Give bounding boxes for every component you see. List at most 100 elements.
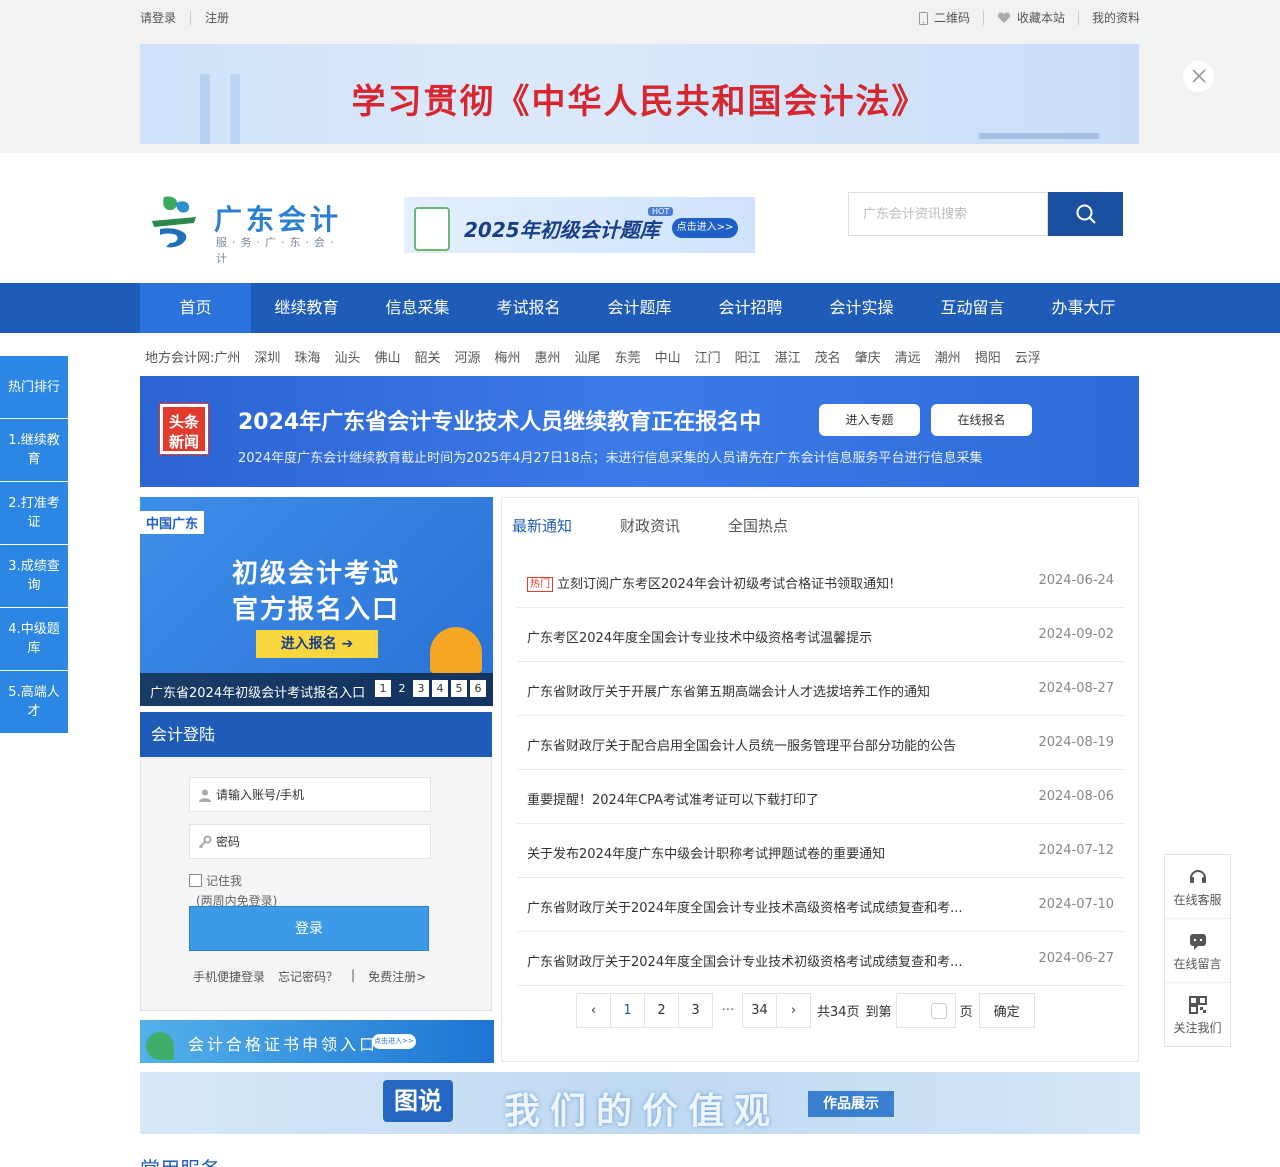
city-link[interactable]: 汕头 [334, 347, 360, 366]
profile-link[interactable]: 我的资料 [1079, 11, 1140, 25]
nav-item-question-bank[interactable]: 会计题库 [584, 283, 695, 333]
top-banner[interactable]: 学习贯彻《中华人民共和国会计法》 [140, 44, 1139, 144]
promo-carousel[interactable]: 中国广东 初级会计考试 官方报名入口 进入报名 ➔ 广东省2024年初级会计考试… [140, 497, 493, 706]
carousel-register-button[interactable]: 进入报名 ➔ [256, 630, 378, 658]
headline-title[interactable]: 2024年广东省会计专业技术人员继续教育正在报名中 [238, 404, 761, 436]
city-link[interactable]: 佛山 [374, 347, 400, 366]
tab-latest-notices[interactable]: 最新通知 [512, 515, 572, 536]
side-item-score-query[interactable]: 3.成绩查询 [0, 545, 68, 607]
search-button[interactable] [1048, 192, 1123, 236]
online-service-button[interactable]: 在线客服 [1165, 855, 1230, 919]
password-field[interactable]: 密码 [189, 824, 431, 859]
site-logo[interactable]: 广东会计 服·务·广·东·会·计 [146, 190, 351, 265]
follow-us-button[interactable]: 关注我们 [1165, 983, 1230, 1047]
remember-me[interactable]: 记住我 [189, 872, 242, 889]
page-1[interactable]: 1 [610, 993, 645, 1028]
city-link[interactable]: 广州 [214, 347, 240, 366]
carousel-dot[interactable]: 5 [451, 680, 467, 697]
list-item[interactable]: 广东考区2024年度全国会计专业技术中级资格考试温馨提示 2024-09-02 [517, 608, 1124, 662]
tab-national-hot[interactable]: 全国热点 [728, 515, 788, 536]
nav-item-info-collection[interactable]: 信息采集 [362, 283, 473, 333]
list-item[interactable]: 关于发布2024年度广东中级会计职称考试押题试卷的重要通知 2024-07-12 [517, 824, 1124, 878]
side-item-senior-talent[interactable]: 5.高端人才 [0, 671, 68, 733]
news-title[interactable]: 广东考区2024年度全国会计专业技术中级资格考试温馨提示 [527, 627, 997, 646]
goto-confirm-button[interactable]: 确定 [978, 993, 1035, 1028]
side-item-hot-ranking[interactable]: 热门排行 [0, 356, 68, 418]
news-title[interactable]: 广东省财政厅关于2024年度全国会计专业技术初级资格考试成绩复查和考... [527, 951, 997, 970]
login-button[interactable]: 登录 [189, 906, 429, 951]
city-link[interactable]: 深圳 [254, 347, 280, 366]
list-item[interactable]: 重要提醒！2024年CPA考试准考证可以下载打印了 2024-08-06 [517, 770, 1124, 824]
carousel-dot[interactable]: 1 [375, 680, 391, 697]
nav-item-messages[interactable]: 互动留言 [917, 283, 1028, 333]
favorite-link[interactable]: 收藏本站 [984, 11, 1079, 25]
news-title[interactable]: 广东省财政厅关于配合启用全国会计人员统一服务管理平台部分功能的公告 [527, 735, 997, 754]
online-message-button[interactable]: 在线留言 [1165, 919, 1230, 983]
city-link[interactable]: 江门 [695, 347, 721, 366]
city-link[interactable]: 中山 [655, 347, 681, 366]
city-link[interactable]: 惠州 [535, 347, 561, 366]
free-register-link[interactable]: 免费注册> [368, 968, 426, 985]
city-link[interactable]: 东莞 [615, 347, 641, 366]
city-link[interactable]: 云浮 [1015, 347, 1041, 366]
ad-enter-button[interactable]: 点击进入>> [672, 218, 738, 238]
close-banner-button[interactable] [1183, 61, 1214, 92]
list-item[interactable]: 热门 立刻订阅广东考区2024年会计初级考试合格证书领取通知! 2024-06-2… [517, 554, 1124, 608]
qrcode-link[interactable]: 二维码 [906, 11, 984, 25]
page-number-input[interactable] [895, 993, 956, 1028]
city-link[interactable]: 清远 [895, 347, 921, 366]
next-page-button[interactable]: › [776, 993, 811, 1028]
carousel-dot[interactable]: 4 [432, 680, 448, 697]
side-item-continuing-education[interactable]: 1.继续教育 [0, 419, 68, 481]
values-banner[interactable]: 图说 我们的价值观 作品展示 [140, 1072, 1140, 1134]
page-2[interactable]: 2 [644, 993, 679, 1028]
nav-item-exam-registration[interactable]: 考试报名 [473, 283, 584, 333]
news-title[interactable]: 重要提醒！2024年CPA考试准考证可以下载打印了 [527, 789, 997, 808]
list-item[interactable]: 广东省财政厅关于配合启用全国会计人员统一服务管理平台部分功能的公告 2024-0… [517, 716, 1124, 770]
nav-item-continuing-education[interactable]: 继续教育 [251, 283, 362, 333]
prev-page-button[interactable]: ‹ [576, 993, 611, 1028]
news-title[interactable]: 关于发布2024年度广东中级会计职称考试押题试卷的重要通知 [527, 843, 997, 862]
nav-item-practice[interactable]: 会计实操 [806, 283, 917, 333]
page-3[interactable]: 3 [678, 993, 713, 1028]
certificate-ad[interactable]: 会计合格证书申领入口 点击进入>> [140, 1020, 494, 1063]
news-title[interactable]: 广东省财政厅关于开展广东省第五期高端会计人才选拔培养工作的通知 [527, 681, 997, 700]
city-link[interactable]: 揭阳 [975, 347, 1001, 366]
side-item-intermediate-bank[interactable]: 4.中级题库 [0, 608, 68, 670]
news-title[interactable]: 立刻订阅广东考区2024年会计初级考试合格证书领取通知! [557, 577, 894, 592]
forgot-password-link[interactable]: 忘记密码？ [278, 968, 338, 985]
side-item-admission-ticket[interactable]: 2.打准考证 [0, 482, 68, 544]
mobile-login-link[interactable]: 手机便捷登录 [193, 968, 265, 985]
spinner-icon[interactable] [930, 1003, 947, 1019]
list-item[interactable]: 广东省财政厅关于2024年度全国会计专业技术高级资格考试成绩复查和考... 20… [517, 878, 1124, 932]
city-link[interactable]: 湛江 [775, 347, 801, 366]
enter-topic-button[interactable]: 进入专题 [819, 404, 920, 436]
login-link[interactable]: 请登录 [140, 11, 192, 25]
nav-item-home[interactable]: 首页 [140, 283, 251, 333]
page-last[interactable]: 34 [742, 993, 777, 1028]
carousel-caption[interactable]: 广东省2024年初级会计考试报名入口 [150, 682, 370, 701]
question-bank-ad[interactable]: 2025年初级会计题库 HOT 点击进入>> [404, 197, 755, 253]
register-link[interactable]: 注册 [205, 11, 243, 25]
news-title[interactable]: 广东省财政厅关于2024年度全国会计专业技术高级资格考试成绩复查和考... [527, 897, 997, 916]
city-link[interactable]: 河源 [454, 347, 480, 366]
carousel-dot[interactable]: 3 [413, 680, 429, 697]
remember-checkbox[interactable] [189, 874, 202, 887]
city-link[interactable]: 汕尾 [575, 347, 601, 366]
certificate-ad-button[interactable]: 点击进入>> [372, 1034, 416, 1049]
city-link[interactable]: 韶关 [414, 347, 440, 366]
nav-item-recruitment[interactable]: 会计招聘 [695, 283, 806, 333]
search-input[interactable] [848, 192, 1048, 236]
city-link[interactable]: 肇庆 [855, 347, 881, 366]
city-link[interactable]: 珠海 [294, 347, 320, 366]
list-item[interactable]: 广东省财政厅关于开展广东省第五期高端会计人才选拔培养工作的通知 2024-08-… [517, 662, 1124, 716]
tab-finance-news[interactable]: 财政资讯 [620, 515, 680, 536]
city-link[interactable]: 阳江 [735, 347, 761, 366]
carousel-dot-active[interactable]: 2 [394, 680, 410, 697]
account-field[interactable]: 请输入账号/手机 [189, 777, 431, 812]
online-register-button[interactable]: 在线报名 [931, 404, 1032, 436]
city-link[interactable]: 潮州 [935, 347, 961, 366]
city-link[interactable]: 茂名 [815, 347, 841, 366]
carousel-dot[interactable]: 6 [470, 680, 486, 697]
list-item[interactable]: 广东省财政厅关于2024年度全国会计专业技术初级资格考试成绩复查和考... 20… [517, 932, 1124, 986]
